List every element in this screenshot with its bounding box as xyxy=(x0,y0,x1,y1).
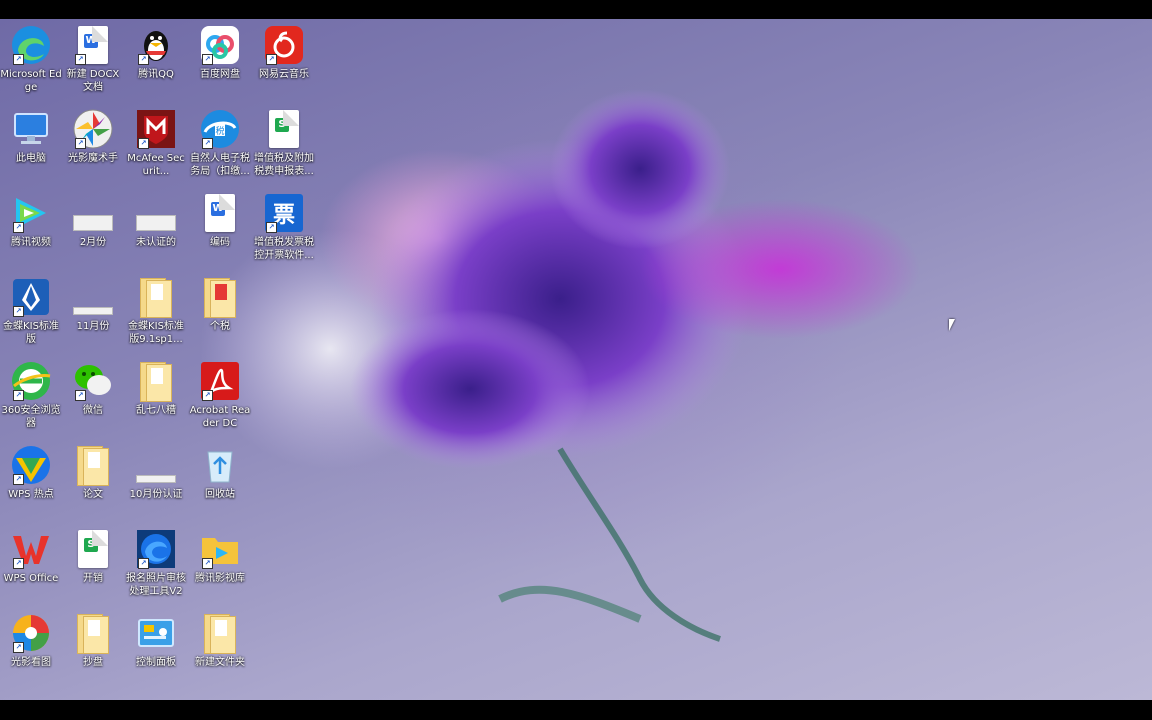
desktop-icon-feb[interactable]: 2月份 xyxy=(62,191,124,249)
icon-label: 乱七八糟 xyxy=(136,405,176,416)
desktop-icon-oct[interactable]: 10月份认证 xyxy=(125,443,187,501)
icon-label: 腾讯影视库 xyxy=(195,573,245,584)
folder-icon xyxy=(202,614,238,654)
desktop-icon-tencent-library[interactable]: ↗ 腾讯影视库 xyxy=(189,527,251,585)
icon-label: 腾讯QQ xyxy=(138,69,174,80)
desktop-icon-ziranren[interactable]: 税 ↗ 自然人电子税务局（扣缴... xyxy=(189,107,251,178)
icon-label: 金蝶KIS标准版9.1sp1... xyxy=(128,321,184,345)
desktop-icon-new-docx[interactable]: W ↗ 新建 DOCX 文档 xyxy=(62,23,124,94)
desktop-icon-tencent-video[interactable]: ↗ 腾讯视频 xyxy=(0,191,62,249)
screen-bottom-bar xyxy=(0,700,1152,720)
icon-label: 腾讯视频 xyxy=(11,237,51,248)
desktop-icon-lunwen[interactable]: 论文 xyxy=(62,443,124,501)
icon-label: 编码 xyxy=(210,237,230,248)
desktop-icon-kis[interactable]: ↗ 金蝶KIS标准版 xyxy=(0,275,62,346)
icon-label: WPS Office xyxy=(3,573,59,584)
folder-icon xyxy=(138,278,174,318)
icon-label: 光影看图 xyxy=(11,657,51,668)
flat-file-icon xyxy=(136,475,176,483)
icon-label: 2月份 xyxy=(79,237,107,248)
icon-label: 自然人电子税务局（扣缴... xyxy=(190,153,250,177)
desktop-icon-360-browser[interactable]: ↗ 360安全浏览器 xyxy=(0,359,62,430)
icon-label: Microsoft Edge xyxy=(0,69,62,93)
desktop-icon-qq[interactable]: ↗ 腾讯QQ xyxy=(125,23,187,81)
flat-file-icon xyxy=(73,215,113,231)
desktop-icon-chaopan[interactable]: 抄盘 xyxy=(62,611,124,669)
icon-label: 抄盘 xyxy=(83,657,103,668)
folder-icon xyxy=(75,614,111,654)
desktop-icon-luanqi[interactable]: 乱七八糟 xyxy=(125,359,187,417)
icon-label: McAfee Securit... xyxy=(127,153,185,177)
word-doc-icon: W xyxy=(205,194,235,232)
desktop-icon-geshui[interactable]: 个税 xyxy=(189,275,251,333)
icon-label: 百度网盘 xyxy=(200,69,240,80)
icon-label: 未认证的 xyxy=(136,237,176,248)
desktop-icon-edge[interactable]: ↗ Microsoft Edge xyxy=(0,23,62,94)
icon-label: 增值税发票税控开票软件... xyxy=(254,237,314,261)
icon-label: 新建文件夹 xyxy=(195,657,245,668)
svg-text:税: 税 xyxy=(215,125,224,137)
icon-label: 报名照片审核处理工具V2 xyxy=(126,573,186,597)
flat-file-icon xyxy=(73,307,113,315)
desktop-icon-baoming[interactable]: ↗ 报名照片审核处理工具V2 xyxy=(125,527,187,598)
icon-label: 新建 DOCX 文档 xyxy=(66,69,120,93)
folder-icon xyxy=(75,446,111,486)
icon-label: 金蝶KIS标准版 xyxy=(3,321,59,345)
icon-label: 回收站 xyxy=(205,489,235,500)
computer-icon xyxy=(14,113,48,144)
desktop-icon-control-panel[interactable]: 控制面板 xyxy=(125,611,187,669)
flat-file-icon xyxy=(136,215,176,231)
icon-label: 微信 xyxy=(83,405,103,416)
desktop-icon-zengzhishui[interactable]: S 增值税及附加税费申报表... xyxy=(253,107,315,178)
desktop-icon-netease-music[interactable]: ↗ 网易云音乐 xyxy=(253,23,315,81)
control-panel-icon xyxy=(138,619,174,647)
desktop-icon-photo-viewer[interactable]: ↗ 光影看图 xyxy=(0,611,62,669)
folder-icon xyxy=(202,278,238,318)
icon-label: 360安全浏览器 xyxy=(1,405,61,429)
mouse-cursor xyxy=(949,319,959,331)
icon-label: 10月份认证 xyxy=(129,489,183,500)
desktop[interactable]: ↗ Microsoft Edge 此电脑 ↗ 腾讯视频 ↗ 金蝶KIS标准版 ↗… xyxy=(0,19,1152,700)
desktop-icon-new-folder[interactable]: 新建文件夹 xyxy=(189,611,251,669)
spreadsheet-icon: S xyxy=(78,530,108,568)
desktop-icon-nov[interactable]: 11月份 xyxy=(62,275,124,333)
desktop-icon-recycle-bin[interactable]: 回收站 xyxy=(189,443,251,501)
desktop-icon-wps-hotspot[interactable]: ↗ WPS 热点 xyxy=(0,443,62,501)
desktop-icon-weirenzheng[interactable]: 未认证的 xyxy=(125,191,187,249)
desktop-icon-fapiao[interactable]: 票 ↗ 增值税发票税控开票软件... xyxy=(253,191,315,262)
desktop-icon-bianma[interactable]: W 编码 xyxy=(189,191,251,249)
icon-label: 开销 xyxy=(83,573,103,584)
screen-top-bar xyxy=(0,0,1152,19)
desktop-icon-wps-office[interactable]: ↗ WPS Office xyxy=(0,527,62,585)
icon-label: Acrobat Reader DC xyxy=(189,405,251,429)
desktop-icon-mcafee[interactable]: ↗ McAfee Securit... xyxy=(125,107,187,178)
desktop-icon-this-pc[interactable]: 此电脑 xyxy=(0,107,62,165)
icon-label: 控制面板 xyxy=(136,657,176,668)
icon-label: 此电脑 xyxy=(16,153,46,164)
icon-label: 光影魔术手 xyxy=(68,153,118,164)
desktop-icon-guangying[interactable]: ↗ 光影魔术手 xyxy=(62,107,124,165)
icon-label: 网易云音乐 xyxy=(259,69,309,80)
icon-label: 11月份 xyxy=(76,321,110,332)
icon-label: 个税 xyxy=(210,321,230,332)
icon-label: 增值税及附加税费申报表... xyxy=(254,153,314,177)
recycle-bin-icon xyxy=(207,451,233,483)
desktop-icon-kaixiao[interactable]: S 开销 xyxy=(62,527,124,585)
desktop-icon-kis-folder[interactable]: 金蝶KIS标准版9.1sp1... xyxy=(125,275,187,346)
spreadsheet-icon: S xyxy=(269,110,299,148)
icon-label: WPS 热点 xyxy=(8,489,54,500)
desktop-icon-wechat[interactable]: ↗ 微信 xyxy=(62,359,124,417)
icon-label: 论文 xyxy=(83,489,103,500)
desktop-icon-acrobat[interactable]: ↗ Acrobat Reader DC xyxy=(189,359,251,430)
desktop-icon-baidupan[interactable]: ↗ 百度网盘 xyxy=(189,23,251,81)
folder-icon xyxy=(138,362,174,402)
